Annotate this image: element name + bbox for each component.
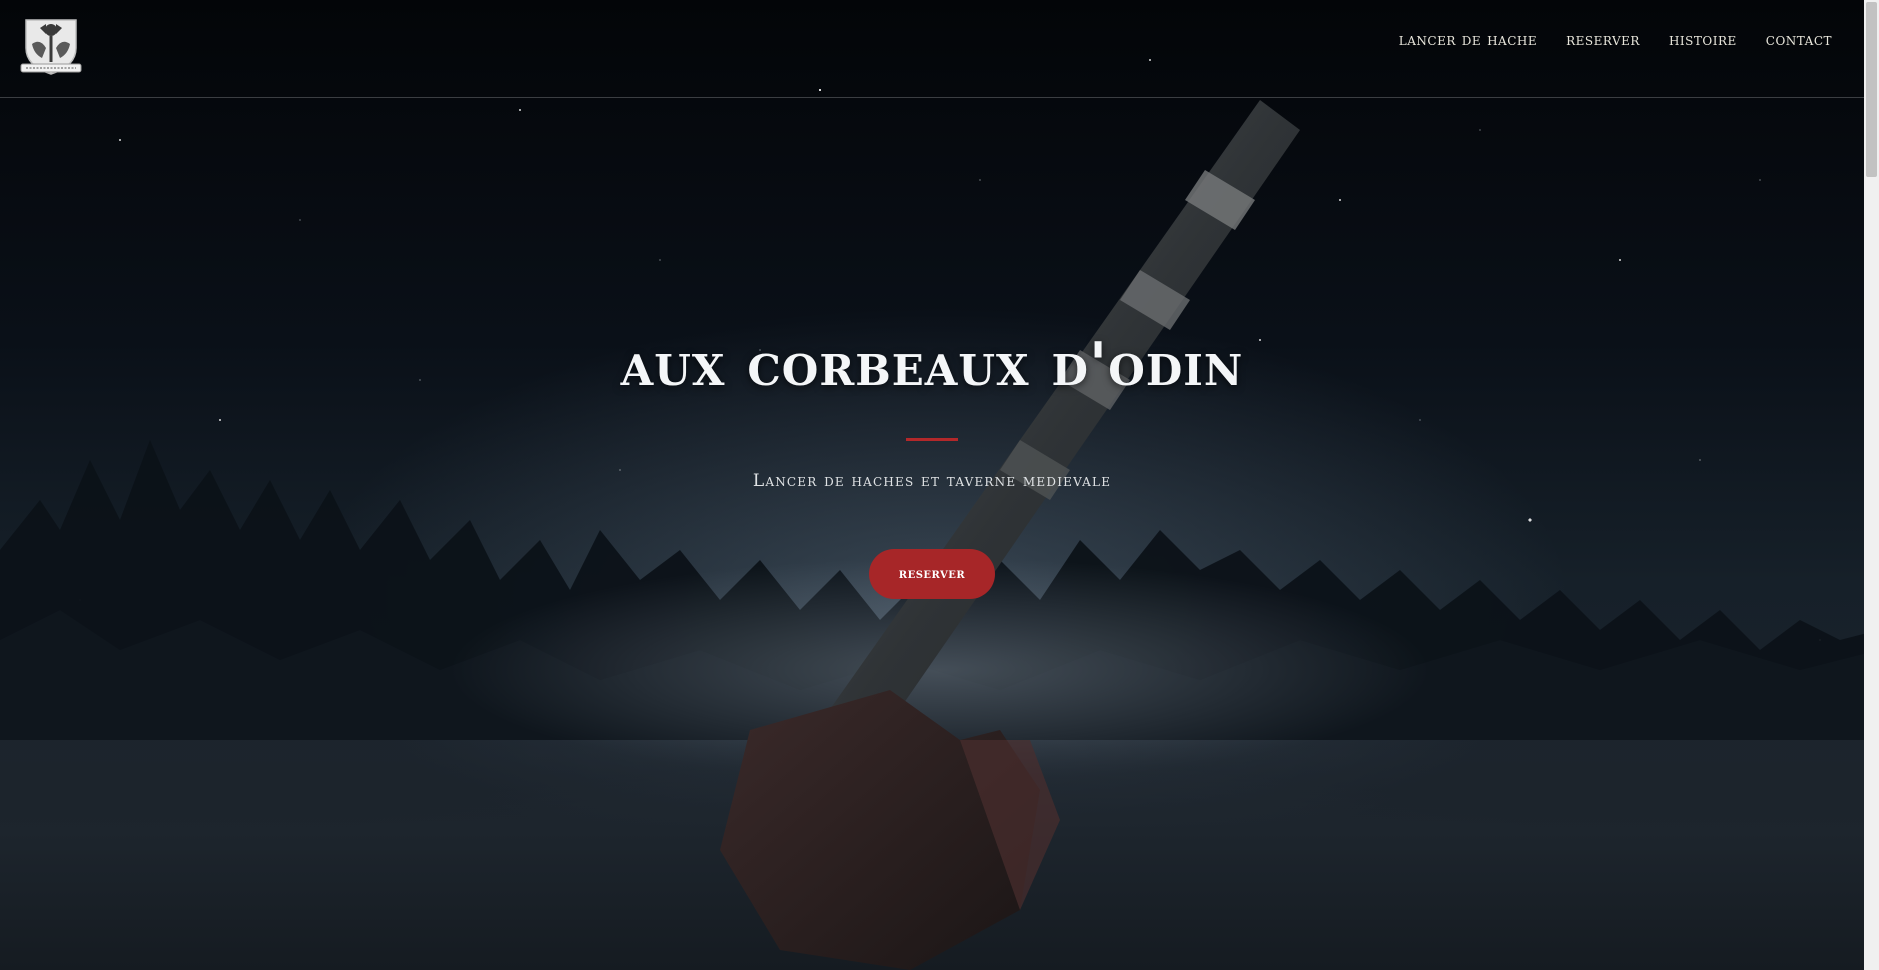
nav-item-reserver[interactable]: RESERVER [1566, 30, 1640, 50]
nav-item-histoire[interactable]: HISTOIRE [1669, 30, 1737, 50]
nav-item-contact[interactable]: CONTACT [1766, 30, 1832, 50]
hero-title: AUX CORBEAUX D'ODIN [620, 330, 1244, 400]
reserver-button[interactable]: RESERVER [868, 549, 996, 599]
page: LANCER DE HACHE RESERVER HISTOIRE CONTAC… [0, 0, 1879, 970]
site-header: LANCER DE HACHE RESERVER HISTOIRE CONTAC… [0, 0, 1864, 98]
nav-item-lancer-de-hache[interactable]: LANCER DE HACHE [1399, 30, 1537, 50]
viking-crest-icon[interactable] [18, 14, 84, 78]
scrollbar-thumb[interactable] [1866, 2, 1877, 177]
hero-section: AUX CORBEAUX D'ODIN Lancer de haches et … [0, 330, 1864, 599]
page-scrollbar[interactable] [1864, 0, 1879, 970]
main-nav: LANCER DE HACHE RESERVER HISTOIRE CONTAC… [1399, 30, 1832, 50]
hero-divider [906, 438, 958, 441]
hero-subtitle: Lancer de haches et taverne medievale [752, 471, 1112, 491]
